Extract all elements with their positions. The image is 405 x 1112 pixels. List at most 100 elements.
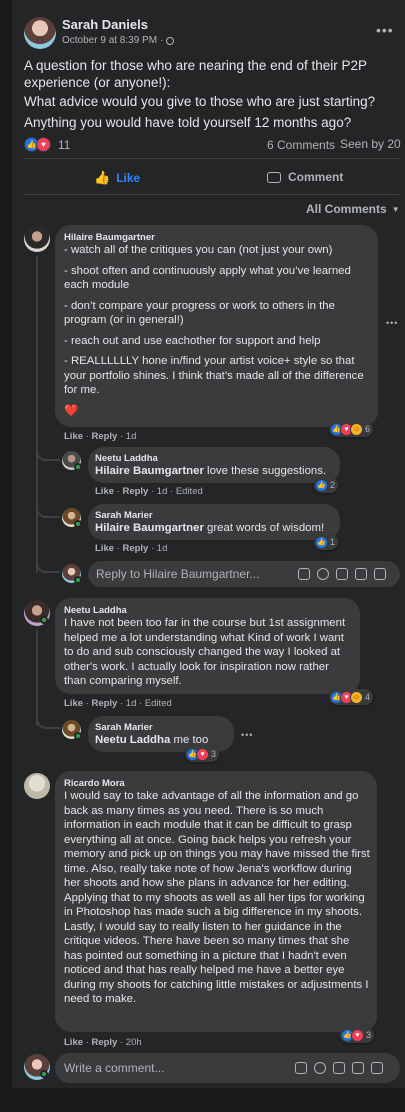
edited-label[interactable]: Edited xyxy=(176,486,203,497)
reply-reactions[interactable]: 👍 ♥ 3 xyxy=(185,746,220,762)
like-reaction-icon: 👍 xyxy=(315,478,328,492)
comment-paragraph: - shoot often and continuously apply wha… xyxy=(64,264,351,292)
comment-author[interactable]: Ricardo Mora xyxy=(64,778,125,789)
reply-actions: Like · Reply · 1d xyxy=(95,543,168,554)
reply-link[interactable]: Reply xyxy=(91,431,117,442)
comment-text: - watch all of the critiques you can (no… xyxy=(64,243,370,424)
sticker-icon[interactable] xyxy=(298,568,310,580)
post-text-1: A question for those who are nearing the… xyxy=(24,58,367,90)
sticker-icon[interactable] xyxy=(295,1062,307,1074)
comment-bubble: Neetu Laddha I have not been too far in … xyxy=(55,598,360,694)
avatar[interactable] xyxy=(24,226,50,252)
like-reaction-icon: 👍 xyxy=(315,535,328,549)
reply-link[interactable]: Reply xyxy=(122,543,148,554)
mention-link[interactable]: Hilaire Baumgartner xyxy=(95,465,204,477)
post-author-name[interactable]: Sarah Daniels xyxy=(62,17,148,32)
thumbs-up-icon: 👍 xyxy=(94,170,111,185)
reply-link[interactable]: Reply xyxy=(91,698,117,709)
online-indicator xyxy=(40,1070,48,1078)
reply-link[interactable]: Reply xyxy=(122,486,148,497)
comment-button[interactable]: Comment xyxy=(267,170,343,184)
like-link[interactable]: Like xyxy=(95,486,114,497)
camera-icon[interactable] xyxy=(333,1062,345,1074)
reply-body: great words of wisdom! xyxy=(203,522,325,534)
comment-reactions[interactable]: 👍 ♥ 3 xyxy=(340,1027,375,1043)
reply-reactions[interactable]: 👍 1 xyxy=(314,534,339,550)
like-link[interactable]: Like xyxy=(64,1037,83,1048)
post-options-icon[interactable]: ••• xyxy=(376,22,394,38)
camera-icon[interactable] xyxy=(336,568,348,580)
comment-paragraph: - REALLLLLLY hone in/find your artist vo… xyxy=(64,355,364,396)
comment-text: I would say to take advantage of all the… xyxy=(64,790,370,1005)
reply-time[interactable]: 1d xyxy=(157,486,168,497)
reaction-count: 2 xyxy=(330,480,336,490)
page-gutter xyxy=(0,0,12,1112)
sticker-face-icon[interactable] xyxy=(374,568,386,580)
divider xyxy=(24,158,399,159)
heart-emoji: ❤️ xyxy=(64,404,79,417)
comment-paragraph: - watch all of the critiques you can (no… xyxy=(64,244,333,256)
post-author-avatar[interactable] xyxy=(24,17,56,49)
reply-input[interactable]: Reply to Hilaire Baumgartner... xyxy=(88,561,400,587)
reply-time[interactable]: 1d xyxy=(157,543,168,554)
reply-author[interactable]: Sarah Marier xyxy=(95,722,153,733)
comment-reactions[interactable]: 👍 ♥ ☺ 4 xyxy=(329,689,374,705)
globe-icon xyxy=(166,36,175,45)
reply-body: love these suggestions. xyxy=(203,465,327,477)
comment-input[interactable]: Write a comment... xyxy=(55,1053,400,1083)
divider xyxy=(24,194,399,195)
comments-count[interactable]: 6 Comments xyxy=(267,138,335,152)
comment-author[interactable]: Neetu Laddha xyxy=(64,605,127,616)
emoji-icon[interactable] xyxy=(317,568,329,580)
sticker-face-icon[interactable] xyxy=(371,1062,383,1074)
thread-branch xyxy=(36,500,60,518)
thread-branch xyxy=(36,445,60,461)
emoji-icon[interactable] xyxy=(314,1062,326,1074)
reaction-count: 3 xyxy=(366,1030,372,1040)
comment-paragraph: - don’t compare your progress or work to… xyxy=(64,299,335,327)
speech-bubble-icon xyxy=(267,171,281,183)
care-reaction-icon: ☺ xyxy=(350,690,363,704)
avatar[interactable] xyxy=(24,773,50,799)
seen-by[interactable]: Seen by 20 xyxy=(340,137,401,151)
comment-time[interactable]: 1d xyxy=(126,698,137,709)
like-link[interactable]: Like xyxy=(64,431,83,442)
like-link[interactable]: Like xyxy=(95,543,114,554)
reply-bubble: Sarah Marier Hilaire Baumgartner great w… xyxy=(88,504,340,540)
reply-link[interactable]: Reply xyxy=(91,1037,117,1048)
like-button[interactable]: 👍 Like xyxy=(94,170,140,186)
comment-time[interactable]: 20h xyxy=(126,1037,142,1048)
comment-sort-dropdown[interactable]: All Comments ▼ xyxy=(306,202,400,216)
comment-sort-label: All Comments xyxy=(306,202,387,216)
reply-author[interactable]: Sarah Marier xyxy=(95,510,153,521)
reaction-count: 11 xyxy=(58,137,71,152)
thread-branch xyxy=(36,711,60,729)
gif-icon[interactable] xyxy=(355,568,367,580)
reply-placeholder: Reply to Hilaire Baumgartner... xyxy=(96,567,260,581)
gif-icon[interactable] xyxy=(352,1062,364,1074)
mention-link[interactable]: Neetu Laddha xyxy=(95,734,170,746)
online-indicator xyxy=(74,463,82,471)
comment-actions: Like · Reply · 20h xyxy=(64,1037,142,1048)
reply-actions: Like · Reply · 1d · Edited xyxy=(95,486,203,497)
comment-bubble: Hilaire Baumgartner - watch all of the c… xyxy=(55,225,378,427)
comment-author[interactable]: Hilaire Baumgartner xyxy=(64,232,155,243)
comment-options-icon[interactable]: ••• xyxy=(386,318,398,328)
edited-label[interactable]: Edited xyxy=(145,698,172,709)
post-reactions[interactable]: 👍 ♥ 11 xyxy=(24,137,70,152)
post-date[interactable]: October 9 at 8:39 PM xyxy=(62,35,157,46)
reaction-count: 3 xyxy=(211,749,217,759)
comment-reactions[interactable]: 👍 ♥ ☺ 6 xyxy=(329,421,374,437)
love-reaction-icon: ♥ xyxy=(196,747,209,761)
reply-author[interactable]: Neetu Laddha xyxy=(95,453,158,464)
like-link[interactable]: Like xyxy=(64,698,83,709)
comment-placeholder: Write a comment... xyxy=(64,1061,165,1075)
post-text-2: What advice would you give to those who … xyxy=(24,94,376,109)
online-indicator xyxy=(74,732,82,740)
post-text-3: Anything you would have told yourself 12… xyxy=(24,115,352,130)
comment-time[interactable]: 1d xyxy=(126,431,137,442)
reply-reactions[interactable]: 👍 2 xyxy=(314,477,339,493)
mention-link[interactable]: Hilaire Baumgartner xyxy=(95,522,204,534)
reply-options-icon[interactable]: ••• xyxy=(241,730,253,740)
composer-tools xyxy=(288,1062,383,1074)
